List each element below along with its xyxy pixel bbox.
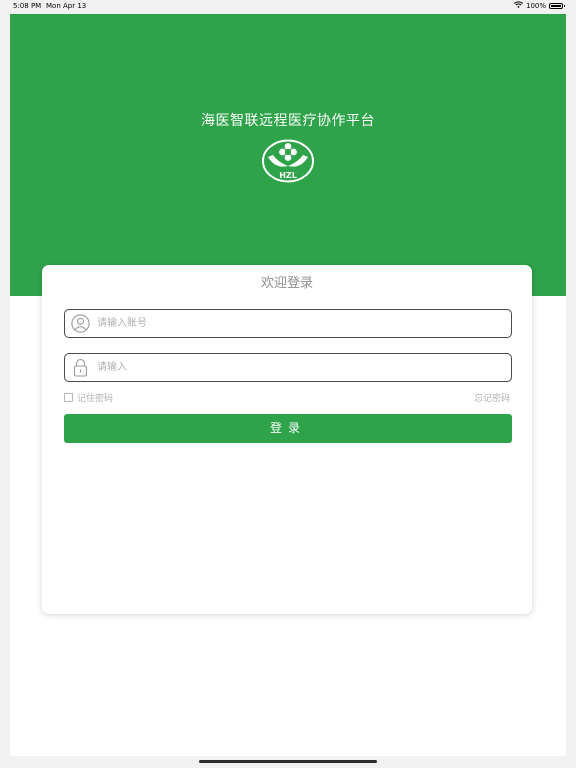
- app-title: 海医智联远程医疗协作平台: [201, 113, 375, 129]
- app-surface: 海医智联远程医疗协作平台 HZL 欢迎登录 请输入账号 记住密码 忘记密码 登录: [10, 14, 566, 756]
- login-button[interactable]: 登录: [64, 414, 512, 443]
- battery-level: [551, 4, 561, 7]
- hzl-logo-icon: HZL: [262, 139, 314, 183]
- status-time: 5:08 PM: [13, 2, 42, 10]
- forgot-password-link[interactable]: 忘记密码: [474, 391, 510, 404]
- status-bar: 5:08 PM Mon Apr 13 100%: [0, 0, 576, 13]
- user-icon: [71, 314, 90, 333]
- status-date: Mon Apr 13: [46, 2, 87, 10]
- account-input[interactable]: [97, 310, 497, 337]
- lock-icon: [73, 359, 88, 377]
- remember-checkbox[interactable]: [64, 393, 73, 402]
- logo-text: HZL: [279, 171, 297, 180]
- remember-label: 记住密码: [77, 394, 114, 404]
- battery-icon: [549, 2, 565, 9]
- header-banner: 海医智联远程医疗协作平台 HZL: [10, 14, 566, 296]
- login-card: 欢迎登录 记住密码 忘记密码 登录: [42, 265, 532, 614]
- login-title: 欢迎登录: [260, 276, 313, 291]
- password-field[interactable]: [64, 353, 512, 382]
- remember-password[interactable]: 记住密码: [64, 391, 113, 404]
- status-indicators: 100%: [513, 1, 565, 10]
- wifi-icon: [513, 1, 524, 10]
- account-field[interactable]: [64, 309, 512, 338]
- password-input[interactable]: [97, 354, 497, 381]
- battery-percent: 100%: [525, 1, 546, 10]
- home-indicator[interactable]: [199, 760, 377, 763]
